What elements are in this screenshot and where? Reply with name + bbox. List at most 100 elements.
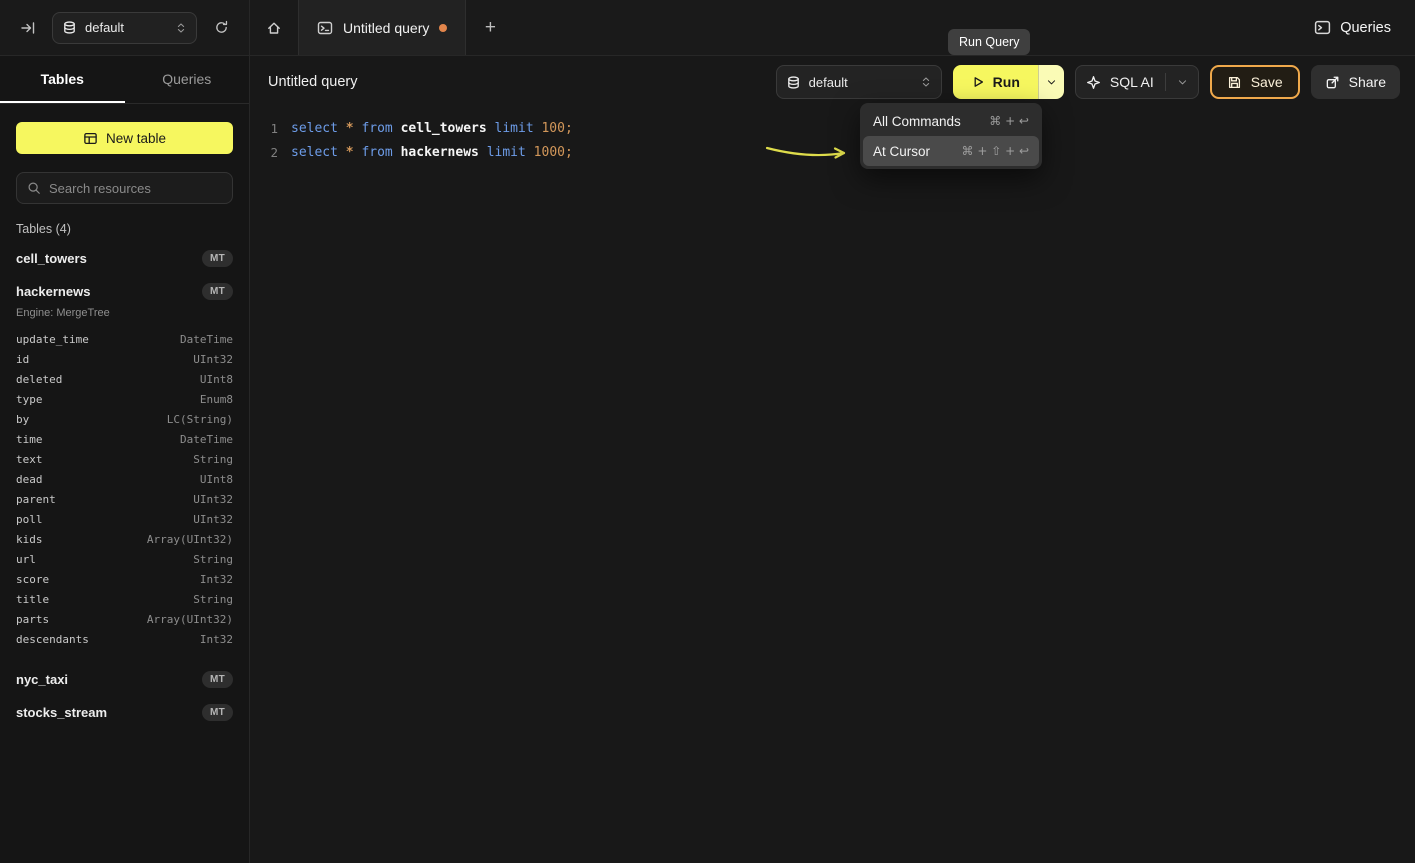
- tab-untitled-query[interactable]: Untitled query: [298, 0, 466, 55]
- terminal-icon: [317, 20, 333, 36]
- queries-icon: [1314, 19, 1331, 36]
- engine-label: Engine: MergeTree: [16, 307, 233, 319]
- column-row[interactable]: update_timeDateTime: [16, 329, 233, 349]
- updown-chevron-icon: [175, 21, 187, 35]
- resources-panel: Tables (4) cell_towersMThackernewsMTEngi…: [0, 204, 249, 729]
- plus-icon: +: [485, 17, 496, 39]
- save-button[interactable]: Save: [1210, 65, 1300, 99]
- tables-list: cell_towersMThackernewsMTEngine: MergeTr…: [16, 242, 233, 729]
- sql-ai-button[interactable]: SQL AI: [1075, 65, 1199, 99]
- column-name: update_time: [16, 333, 89, 346]
- run-menu: All Commands⌘ + ↩At Cursor⌘ + ⇧ + ↩: [860, 103, 1042, 169]
- tab-tables-label: Tables: [41, 71, 84, 87]
- play-icon: [971, 75, 985, 89]
- column-type: Array(UInt32): [147, 613, 233, 626]
- app-body: Tables Queries New table Tables (4): [0, 56, 1415, 863]
- column-row[interactable]: descendantsInt32: [16, 629, 233, 649]
- column-row[interactable]: text String: [16, 449, 233, 469]
- collapse-sidebar-icon: [20, 20, 36, 36]
- column-row[interactable]: by LC(String): [16, 409, 233, 429]
- code-line[interactable]: 1select * from cell_towers limit 100;: [250, 116, 1415, 140]
- annotation-arrow: [764, 139, 856, 167]
- line-number: 2: [250, 145, 278, 160]
- column-type: String: [193, 453, 233, 466]
- menu-item[interactable]: At Cursor⌘ + ⇧ + ↩: [863, 136, 1039, 166]
- table-row[interactable]: cell_towers MT: [16, 242, 233, 275]
- engine-badge: MT: [202, 250, 233, 267]
- column-row[interactable]: url String: [16, 549, 233, 569]
- run-options-button[interactable]: [1038, 65, 1064, 99]
- column-row[interactable]: parentUInt32: [16, 489, 233, 509]
- topbar-left: default: [0, 0, 250, 55]
- table-row[interactable]: hackernewsMT: [16, 275, 233, 308]
- sql-ai-icon: [1086, 75, 1101, 90]
- table-name: nyc_taxi: [16, 672, 68, 687]
- engine-badge: MT: [202, 283, 233, 300]
- home-tab-button[interactable]: [250, 0, 298, 55]
- column-row[interactable]: typeEnum8: [16, 389, 233, 409]
- app-window: default Untitled query: [0, 0, 1415, 863]
- column-name: deleted: [16, 373, 62, 386]
- home-icon: [266, 20, 282, 36]
- tab-strip: Untitled query +: [250, 0, 514, 55]
- column-name: text: [16, 453, 43, 466]
- chevron-down-icon: [1046, 77, 1057, 88]
- column-name: by: [16, 413, 29, 426]
- collapse-sidebar-button[interactable]: [14, 14, 42, 42]
- sidebar: Tables Queries New table Tables (4): [0, 56, 250, 863]
- run-button-group: Run: [953, 65, 1064, 99]
- column-row[interactable]: score Int32: [16, 569, 233, 589]
- tab-tables[interactable]: Tables: [0, 56, 125, 103]
- column-name: parts: [16, 613, 49, 626]
- search-icon: [27, 181, 41, 195]
- share-button-label: Share: [1349, 74, 1386, 90]
- table-name: cell_towers: [16, 251, 87, 266]
- column-name: score: [16, 573, 49, 586]
- column-row[interactable]: kidsArray(UInt32): [16, 529, 233, 549]
- column-name: poll: [16, 513, 43, 526]
- database-icon: [62, 20, 77, 35]
- column-name: parent: [16, 493, 56, 506]
- table-row[interactable]: stocks_streamMT: [16, 696, 233, 729]
- column-type: Int32: [200, 573, 233, 586]
- chevron-down-icon: [1177, 77, 1188, 88]
- column-row[interactable]: parts Array(UInt32): [16, 609, 233, 629]
- sql-editor[interactable]: 1select * from cell_towers limit 100; 2 se…: [250, 108, 1415, 863]
- run-button[interactable]: Run: [953, 65, 1038, 99]
- search-box: [16, 172, 233, 204]
- tab-queries[interactable]: Queries: [125, 56, 250, 103]
- table-row[interactable]: nyc_taxiMT: [16, 663, 233, 696]
- new-table-button-label: New table: [106, 131, 166, 146]
- column-type: String: [193, 553, 233, 566]
- column-row[interactable]: deletedUInt8: [16, 369, 233, 389]
- menu-item[interactable]: All Commands⌘ + ↩: [863, 106, 1039, 136]
- column-name: dead: [16, 473, 43, 486]
- code-text: select * from cell_towers limit 100;: [291, 121, 573, 136]
- column-name: url: [16, 553, 36, 566]
- run-query-tooltip: Run Query: [948, 29, 1030, 55]
- column-row[interactable]: timeDateTime: [16, 429, 233, 449]
- column-row[interactable]: titleString: [16, 589, 233, 609]
- engine-badge: MT: [202, 704, 233, 721]
- page-title: Untitled query: [268, 74, 357, 90]
- new-table-button[interactable]: New table: [16, 122, 233, 154]
- column-type: Array(UInt32): [147, 533, 233, 546]
- tables-section-header: Tables (4): [16, 222, 233, 236]
- column-row[interactable]: idUInt32: [16, 349, 233, 369]
- query-database-selector[interactable]: default: [776, 65, 942, 99]
- sql-ai-button-label: SQL AI: [1110, 74, 1154, 90]
- database-selector[interactable]: default: [52, 12, 197, 44]
- column-row[interactable]: deadUInt8: [16, 469, 233, 489]
- save-button-label: Save: [1251, 74, 1283, 90]
- query-database-value: default: [809, 75, 912, 90]
- column-name: time: [16, 433, 43, 446]
- column-type: LC(String): [167, 413, 233, 426]
- database-icon: [786, 75, 801, 90]
- tab-label: Untitled query: [343, 20, 429, 36]
- new-tab-button[interactable]: +: [466, 0, 514, 55]
- search-input[interactable]: [49, 181, 222, 196]
- queries-button[interactable]: Queries: [1314, 19, 1391, 36]
- refresh-button[interactable]: [207, 14, 235, 42]
- column-row[interactable]: pollUInt32: [16, 509, 233, 529]
- share-button[interactable]: Share: [1311, 65, 1400, 99]
